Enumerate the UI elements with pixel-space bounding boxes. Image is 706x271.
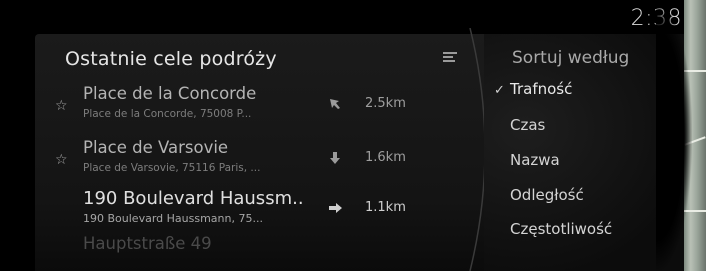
destination-name: 190 Boulevard Haussm...: [83, 188, 303, 209]
list-item[interactable]: ☆ Place de Varsovie Place de Varsovie, 7…: [35, 138, 490, 186]
star-icon[interactable]: ☆: [55, 152, 68, 168]
list-item[interactable]: 190 Boulevard Haussm... 190 Boulevard Ha…: [35, 188, 490, 236]
sort-option-name[interactable]: Nazwa: [510, 151, 560, 169]
destination-address: Place de Varsovie, 75116 Paris, ...: [83, 162, 261, 174]
sort-option-label: Odległość: [510, 186, 584, 204]
sort-option-time[interactable]: Czas: [510, 116, 545, 134]
sort-option-label: Trafność: [510, 80, 573, 98]
direction-arrow-icon: [330, 152, 340, 164]
checkmark-icon: ✓: [494, 83, 505, 98]
sort-option-label: Częstotliwość: [510, 220, 613, 238]
recent-destinations-title: Ostatnie cele podróży: [65, 48, 277, 70]
sort-option-relevance[interactable]: ✓ Trafność: [494, 80, 573, 98]
destination-distance: 1.6km: [365, 150, 406, 165]
destination-distance: 1.1km: [365, 200, 406, 215]
map-edge-shadow: [656, 0, 692, 271]
destination-name: Hauptstraße 49: [83, 234, 212, 253]
sort-option-frequency[interactable]: Częstotliwość: [510, 220, 612, 238]
destination-address: 190 Boulevard Haussmann, 75...: [83, 212, 263, 225]
recent-destinations-panel: Ostatnie cele podróży ☆ Place de la Conc…: [35, 34, 490, 271]
navigation-screen: 2:38 Ostatnie cele podróży ☆ Place de la…: [0, 0, 706, 271]
list-item[interactable]: ☆ Place de la Concorde Place de la Conco…: [35, 84, 490, 132]
destination-name: Place de Varsovie: [83, 138, 229, 157]
list-item[interactable]: Hauptstraße 49: [35, 234, 490, 271]
destination-distance: 2.5km: [365, 96, 406, 111]
direction-arrow-icon: [330, 99, 340, 109]
star-icon[interactable]: ☆: [55, 98, 68, 114]
sort-option-distance[interactable]: Odległość: [510, 186, 584, 204]
sort-menu-title: Sortuj według: [512, 48, 630, 68]
sort-option-label: Czas: [510, 116, 546, 134]
destination-address: Place de la Concorde, 75008 P...: [83, 108, 252, 120]
destination-name: Place de la Concorde: [83, 84, 257, 103]
direction-arrow-icon: [329, 203, 342, 213]
sort-option-label: Nazwa: [510, 151, 560, 169]
filter-icon[interactable]: [443, 52, 457, 64]
